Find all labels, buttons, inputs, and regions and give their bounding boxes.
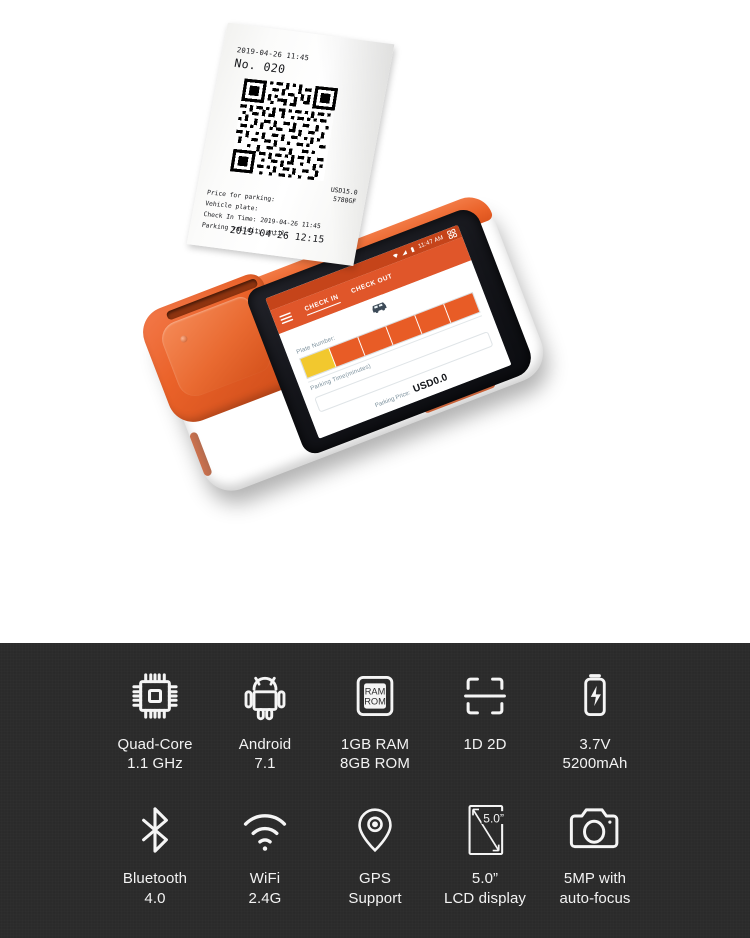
svg-text:5.0”: 5.0” bbox=[483, 812, 504, 826]
cpu-chip-icon bbox=[128, 665, 182, 727]
spec-label: 3.7V 5200mAh bbox=[562, 736, 628, 773]
spec-label: 1D 2D bbox=[463, 736, 507, 753]
signal-icon bbox=[402, 249, 408, 255]
gps-pin-icon bbox=[349, 799, 401, 861]
spec-row-2: Bluetooth 4.0 WiFi 2.4G GPS Support 5.0”… bbox=[0, 773, 750, 907]
spec-label: 5.0” LCD display bbox=[444, 870, 526, 907]
spec-camera: 5MP with auto-focus bbox=[540, 799, 650, 907]
spec-panel: Quad-Core 1.1 GHz Android 7.1 RAM ROM 1G… bbox=[0, 643, 750, 938]
battery-bolt-icon bbox=[568, 665, 622, 727]
lcd-diagonal-icon: 5.0” bbox=[461, 799, 509, 861]
spec-memory: RAM ROM 1GB RAM 8GB ROM bbox=[320, 665, 430, 773]
spec-label: 1GB RAM 8GB ROM bbox=[340, 736, 410, 773]
spec-bluetooth: Bluetooth 4.0 bbox=[100, 799, 210, 907]
parking-price-value: USD0.0 bbox=[411, 371, 450, 396]
parking-price-label: Parking Price: bbox=[374, 390, 412, 410]
svg-text:RAM: RAM bbox=[365, 686, 386, 696]
spec-android: Android 7.1 bbox=[210, 665, 320, 773]
spec-scanner: 1D 2D bbox=[430, 665, 540, 754]
hamburger-menu-icon[interactable] bbox=[278, 311, 294, 325]
car-icon bbox=[372, 302, 387, 314]
spec-label: Bluetooth 4.0 bbox=[122, 870, 188, 907]
spec-label: WiFi 2.4G bbox=[248, 870, 282, 907]
spec-label: Quad-Core 1.1 GHz bbox=[117, 736, 193, 773]
spec-quad-core: Quad-Core 1.1 GHz bbox=[100, 665, 210, 773]
qr-code bbox=[229, 78, 339, 182]
battery-icon bbox=[410, 246, 415, 252]
wifi-icon bbox=[393, 253, 398, 258]
spec-gps: GPS Support bbox=[320, 799, 430, 907]
spec-label: GPS Support bbox=[348, 870, 402, 907]
product-photo: 2019-04-26 11:45 No. 020 USD15.0 5780GF … bbox=[0, 0, 750, 643]
barcode-scan-icon bbox=[458, 665, 512, 727]
product-page: 2019-04-26 11:45 No. 020 USD15.0 5780GF … bbox=[0, 0, 750, 938]
spec-battery: 3.7V 5200mAh bbox=[540, 665, 650, 773]
plate-cell[interactable] bbox=[444, 293, 480, 323]
camera-icon bbox=[567, 799, 623, 861]
spec-label: Android 7.1 bbox=[238, 736, 292, 773]
spec-lcd: 5.0” 5.0” LCD display bbox=[430, 799, 540, 907]
ram-rom-icon: RAM ROM bbox=[348, 665, 402, 727]
wifi-icon bbox=[238, 799, 292, 861]
android-robot-icon bbox=[238, 665, 292, 727]
bluetooth-icon bbox=[129, 799, 181, 861]
spec-row-1: Quad-Core 1.1 GHz Android 7.1 RAM ROM 1G… bbox=[0, 643, 750, 773]
svg-text:ROM: ROM bbox=[364, 696, 386, 706]
spec-wifi: WiFi 2.4G bbox=[210, 799, 320, 907]
spec-label: 5MP with auto-focus bbox=[559, 870, 631, 907]
